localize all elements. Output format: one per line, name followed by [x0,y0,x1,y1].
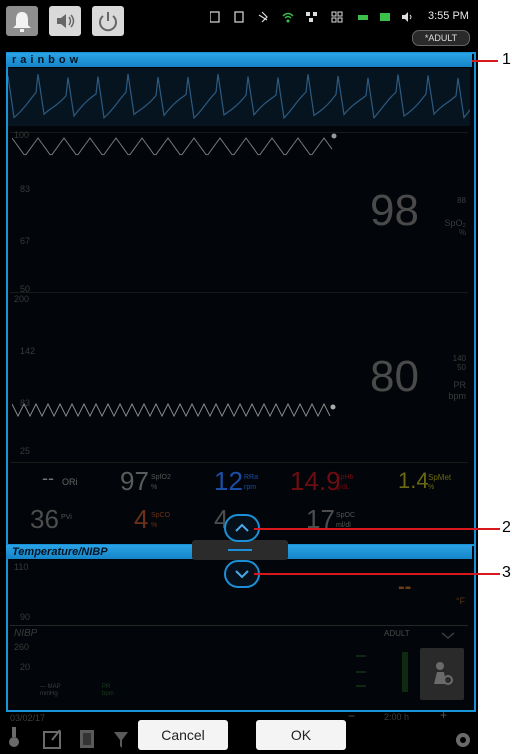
footer-date: 03/02/17 [10,713,46,723]
nibp-pr-text: PR [102,684,111,690]
connect-icon[interactable] [9,727,19,747]
nibp-expand-chevron-icon[interactable] [434,628,462,640]
spo2-label: SpO₂ [444,218,466,228]
speaker-icon [57,14,75,28]
interval-minus-button[interactable]: − [348,709,355,723]
interval-plus-button[interactable]: + [440,708,447,722]
callout-label-1: 1 [502,51,511,68]
callout-line-2 [254,528,500,530]
spo2-alarm-limit: 88 [457,196,466,205]
filter-icon[interactable] [114,732,128,748]
ok-button[interactable]: OK [256,720,346,750]
monitor-screen: 3:55 PM *ADULT rainbow 100 83 67 50 98 8… [0,0,478,754]
sphb-unit: g/dL [336,484,350,491]
rra-unit: rpm [244,484,257,491]
spo2-scale-bottom: 50 [20,284,31,294]
nibp-start-button[interactable] [420,648,464,700]
spfo2-value[interactable]: 97 [120,466,149,497]
callout-line-1 [472,60,498,62]
map-text: MAP [47,684,61,690]
status-icons [209,10,430,24]
pr-scale-top: 200 [14,294,30,304]
callout-label-3: 3 [502,564,511,581]
clock: 3:55 PM [428,10,469,22]
patient-mode-badge[interactable]: *ADULT [412,30,470,46]
pr-waveform [11,400,342,420]
bottom-toolbar [0,724,478,754]
interval-value: 2:00 h [384,712,410,722]
spoc-label: SpOC [336,512,356,519]
nibp-scale-bottom: 20 [20,662,31,672]
pr-scale-bottom: 25 [20,446,31,456]
spo2-value[interactable]: 98 [370,186,419,236]
map-dash: — [40,684,48,690]
temp-unit: °F [456,596,466,606]
alarm-bell-button[interactable] [6,6,38,36]
nibp-label: NIBP [14,628,38,639]
pvi-label: PVi [61,514,72,521]
sphb-value[interactable]: 14.9 [290,466,341,497]
pr-scale-1: 142 [20,346,36,356]
spco-unit: % [151,522,158,529]
audio-button[interactable] [49,6,81,36]
spo2-scale-2: 67 [20,236,31,246]
map-label: — MAP mmHg [40,684,61,698]
map-unit: mmHg [40,691,58,697]
settings-gear-icon[interactable] [456,733,470,747]
sphb-label: SpHb [336,474,354,481]
pvi-value[interactable]: 36 [30,504,59,535]
cancel-button[interactable]: Cancel [138,720,228,750]
rainbow-panel-title: rainbow [6,53,472,67]
share-icon[interactable] [43,729,61,749]
pr-unit: bpm [448,391,466,401]
temp-value[interactable]: -- [398,576,411,599]
temp-scale-top: 110 [14,562,29,572]
spfo2-label: SpfO2 [151,474,171,481]
power-button[interactable] [92,6,124,36]
rra-value[interactable]: 12 [214,466,243,497]
spmet-label: SpMet [428,473,452,482]
pr-alarm-low: 50 [457,363,466,372]
nibp-pr-unit: bpm [102,691,114,697]
spmet-value[interactable]: 1.4 [398,468,429,494]
bell-icon [13,12,31,32]
spco-label: SpCO [151,512,171,519]
spo2-scale-1: 83 [20,184,31,194]
power-icon [99,12,117,32]
spoc-value[interactable]: 17 [306,504,335,535]
nibp-green-indicator [352,652,412,692]
nibp-pr-label: PR bpm [102,684,114,698]
pr-value[interactable]: 80 [370,352,419,402]
callout-line-3 [254,573,500,575]
pr-label: PR [453,380,466,390]
temp-scale-bottom: 90 [20,612,31,622]
spmet-unit: % [428,484,435,491]
clipboard-icon[interactable] [80,730,94,748]
rra-label: RRa [244,474,259,481]
spco-value[interactable]: 4 [134,504,148,535]
pleth-trend-strip [7,68,471,126]
ori-value[interactable]: -- [42,468,54,489]
ori-label: ORi [62,477,78,487]
nibp-mode[interactable]: ADULT [384,629,410,638]
spo2-waveform [11,132,342,162]
callout-label-2: 2 [502,519,511,536]
spo2-unit: % [458,228,466,237]
nibp-scale-top: 260 [14,642,30,652]
spfo2-unit: % [151,484,158,491]
person-icon [434,662,453,685]
